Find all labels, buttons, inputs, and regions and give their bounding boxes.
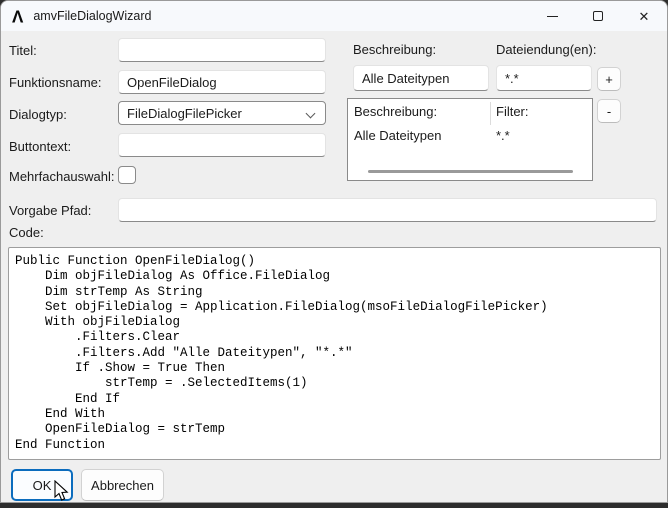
filter-list-header-filter: Filter: <box>496 104 529 119</box>
dialogtyp-selected-value: FileDialogFilePicker <box>127 105 242 121</box>
dialogtyp-label: Dialogtyp: <box>9 107 67 122</box>
maximize-icon <box>593 11 603 21</box>
dialog-window: Λ amvFileDialogWizard ✕ Titel: Funktions… <box>0 0 668 503</box>
plus-icon: + <box>605 71 613 87</box>
filter-list-header-beschreibung: Beschreibung: <box>354 104 438 119</box>
add-filter-button[interactable]: + <box>597 67 621 91</box>
cancel-button[interactable]: Abbrechen <box>81 469 164 501</box>
mehrfachauswahl-label: Mehrfachauswahl: <box>9 169 115 184</box>
minus-icon: - <box>606 103 612 119</box>
filter-row-filter: *.* <box>496 128 510 143</box>
funktionsname-input[interactable]: OpenFileDialog <box>118 70 326 94</box>
vorgabe-pfad-input[interactable] <box>118 198 657 222</box>
vorgabe-pfad-label: Vorgabe Pfad: <box>9 203 92 218</box>
titel-label: Titel: <box>9 43 37 58</box>
dateiendung-input[interactable]: *.* <box>496 65 592 91</box>
mehrfachauswahl-checkbox[interactable] <box>118 166 136 184</box>
code-label: Code: <box>9 225 44 240</box>
close-icon: ✕ <box>638 8 650 24</box>
horizontal-scrollbar[interactable] <box>368 170 573 173</box>
window-title: amvFileDialogWizard <box>33 9 152 23</box>
dateiendung-label: Dateiendung(en): <box>496 42 597 57</box>
titlebar[interactable]: Λ amvFileDialogWizard ✕ <box>1 1 667 31</box>
funktionsname-label: Funktionsname: <box>9 75 102 90</box>
app-logo-icon: Λ <box>12 6 24 26</box>
filter-row-beschreibung: Alle Dateitypen <box>354 128 442 143</box>
dialogtyp-select[interactable]: FileDialogFilePicker <box>118 101 326 125</box>
beschreibung-input[interactable]: Alle Dateitypen <box>353 65 489 91</box>
minimize-icon <box>546 15 558 17</box>
maximize-button[interactable] <box>575 1 621 31</box>
close-button[interactable]: ✕ <box>621 1 667 31</box>
filter-list[interactable]: Beschreibung: Filter: Alle Dateitypen *.… <box>347 98 593 181</box>
minimize-button[interactable] <box>529 1 575 31</box>
mouse-cursor-icon <box>54 480 69 501</box>
buttontext-label: Buttontext: <box>9 139 72 154</box>
remove-filter-button[interactable]: - <box>597 99 621 123</box>
column-separator <box>490 102 491 125</box>
chevron-down-icon <box>305 108 316 119</box>
titel-input[interactable] <box>118 38 326 62</box>
code-content: Public Function OpenFileDialog() Dim obj… <box>15 254 548 452</box>
code-textarea[interactable]: Public Function OpenFileDialog() Dim obj… <box>8 247 661 460</box>
beschreibung-label: Beschreibung: <box>353 42 437 57</box>
buttontext-input[interactable] <box>118 133 326 157</box>
